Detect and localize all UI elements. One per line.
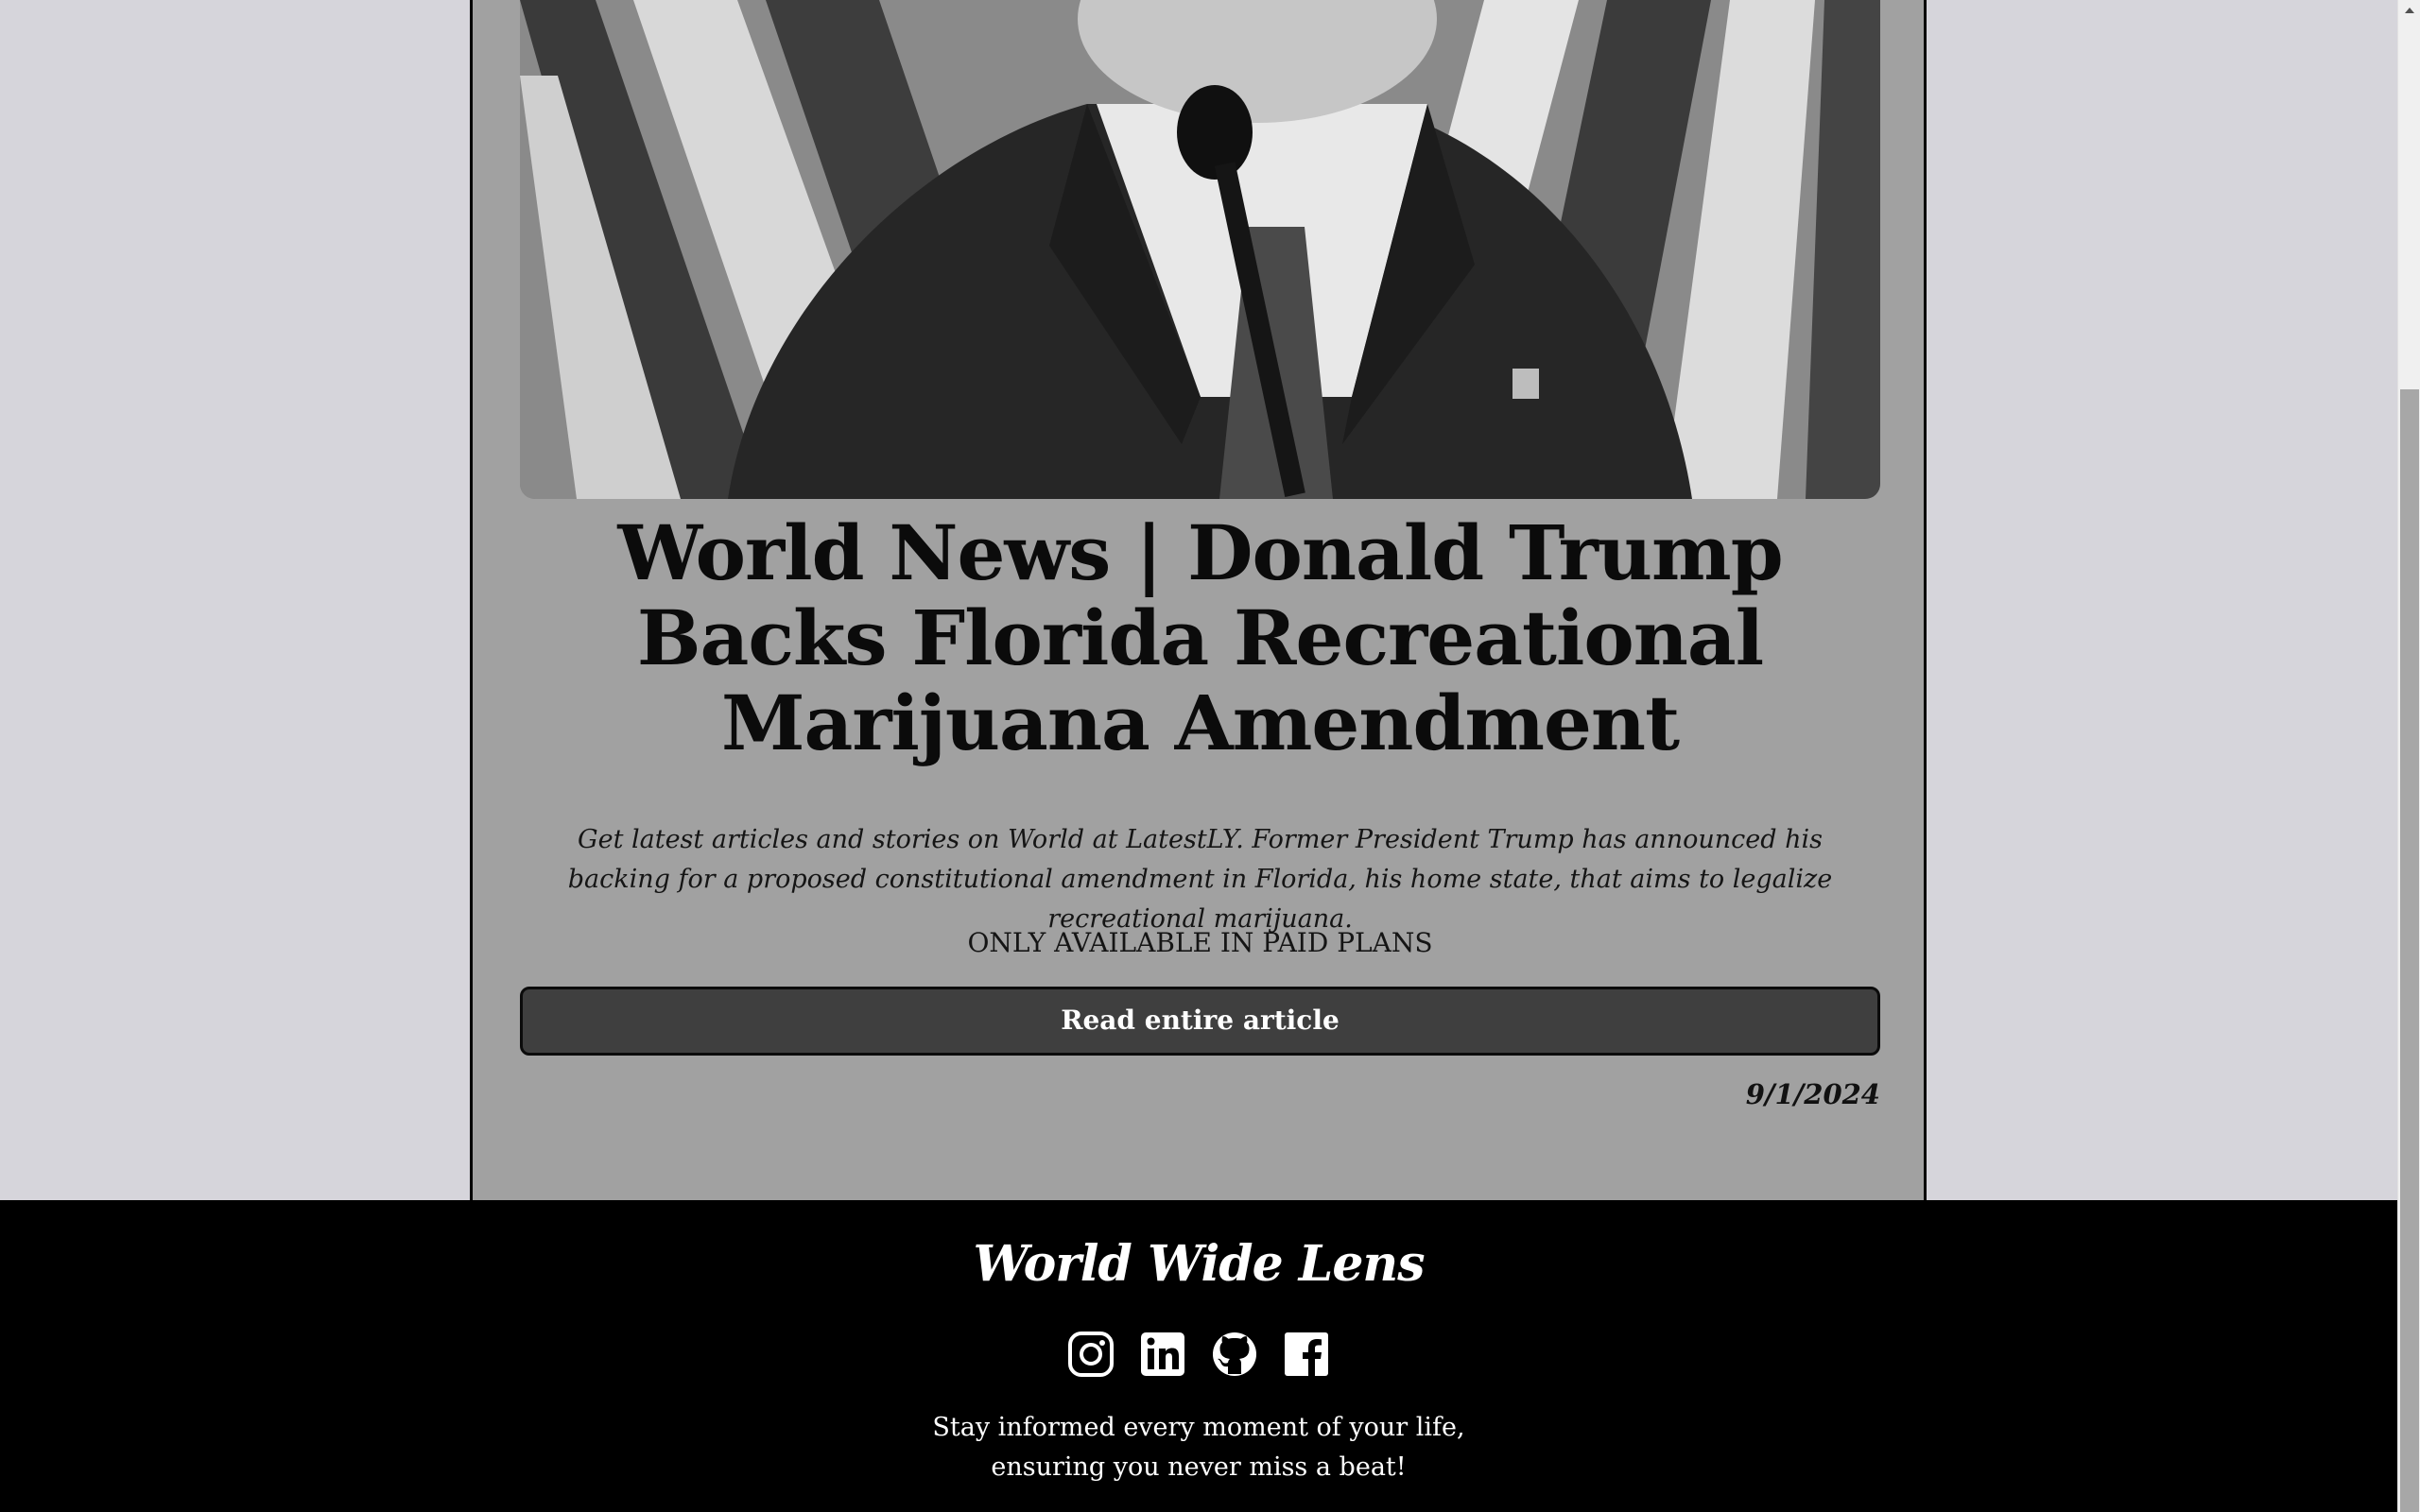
article-image [520, 0, 1880, 499]
scrollbar-thumb[interactable] [2400, 389, 2419, 1512]
site-footer: World Wide Lens Stay informed every mome… [0, 1200, 2397, 1512]
read-article-button[interactable]: Read entire article [520, 987, 1880, 1056]
social-links [0, 1331, 2397, 1378]
paid-plans-note: ONLY AVAILABLE IN PAID PLANS [967, 927, 1433, 958]
footer-brand: World Wide Lens [973, 1235, 1426, 1293]
article-card: World News | Donald Trump Backs Florida … [470, 0, 1927, 1202]
article-headline: World News | Donald Trump Backs Florida … [617, 508, 1783, 767]
article-photo [520, 0, 1880, 499]
article-summary: Get latest articles and stories on World… [567, 825, 1833, 934]
article-date: 9/1/2024 [1745, 1078, 1880, 1110]
vertical-scrollbar[interactable] [2397, 0, 2420, 1512]
page: World News | Donald Trump Backs Florida … [0, 0, 2397, 1512]
instagram-icon[interactable] [1067, 1331, 1115, 1378]
facebook-icon[interactable] [1283, 1331, 1330, 1378]
linkedin-icon[interactable] [1139, 1331, 1186, 1378]
footer-tagline: Stay informed every moment of your life,… [932, 1413, 1465, 1482]
github-icon[interactable] [1211, 1331, 1258, 1378]
scroll-up-arrow-icon[interactable] [2398, 0, 2420, 21]
